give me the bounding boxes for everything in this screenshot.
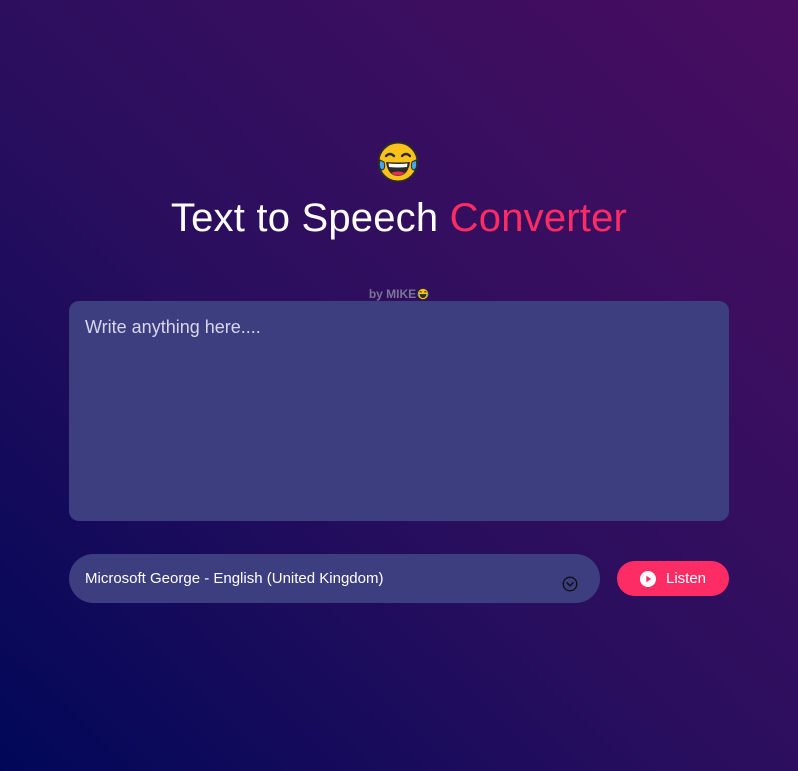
page-title: Text to Speech Converter bbox=[0, 196, 798, 241]
byline-text: by MIKE bbox=[368, 287, 417, 301]
chevron-down-circle-icon[interactable] bbox=[562, 576, 578, 592]
title-accent: Converter bbox=[449, 196, 628, 240]
byline: by MIKE bbox=[0, 287, 798, 301]
play-circle-icon bbox=[639, 570, 656, 587]
voice-select[interactable]: Microsoft George - English (United Kingd… bbox=[69, 554, 600, 603]
voice-select-value: Microsoft George - English (United Kingd… bbox=[85, 570, 384, 587]
listen-button[interactable]: Listen bbox=[617, 561, 729, 596]
listen-button-label: Listen bbox=[665, 570, 707, 587]
text-input-area[interactable] bbox=[69, 301, 729, 521]
laughing-emoji-icon bbox=[377, 141, 419, 183]
title-main: Text to Speech bbox=[170, 196, 439, 240]
small-laughing-emoji-icon bbox=[417, 288, 430, 300]
